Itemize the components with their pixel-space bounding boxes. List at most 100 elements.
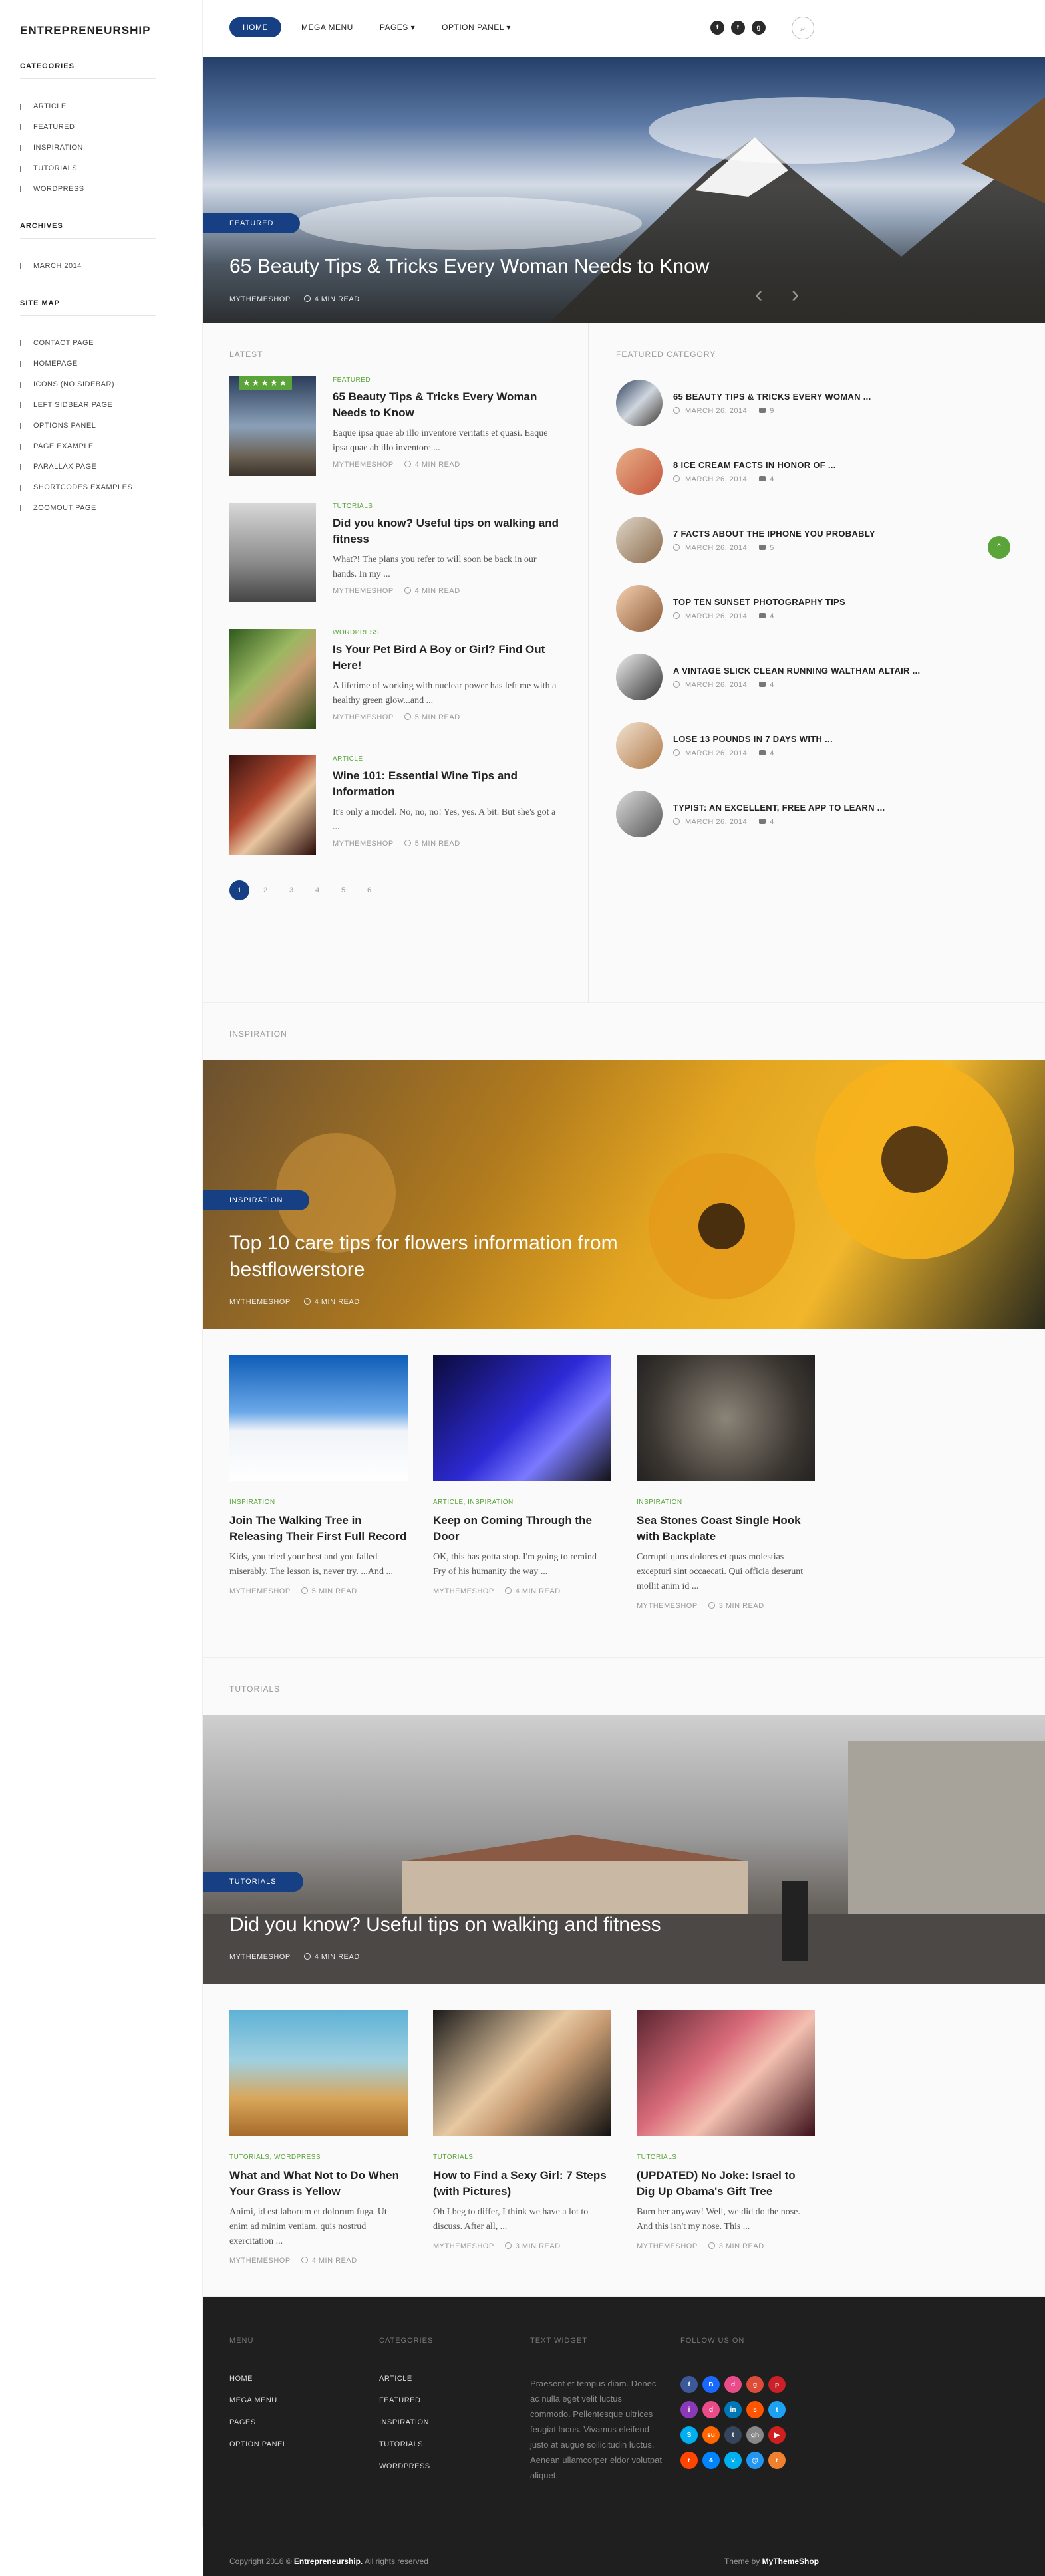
- facebook-icon[interactable]: f: [710, 21, 724, 35]
- slider-next-icon[interactable]: ›: [792, 282, 799, 308]
- page-number[interactable]: 1: [229, 880, 249, 900]
- post-author[interactable]: MYTHEMESHOP: [333, 840, 394, 848]
- rss-icon[interactable]: r: [768, 2452, 786, 2469]
- footer-menu-link[interactable]: PAGES: [229, 2412, 363, 2434]
- github-icon[interactable]: gh: [746, 2426, 764, 2444]
- sidebar-link[interactable]: ICONS (NO SIDEBAR): [20, 374, 182, 395]
- card-category[interactable]: INSPIRATION: [637, 1499, 815, 1506]
- stumbleupon-icon[interactable]: su: [702, 2426, 720, 2444]
- post-thumbnail[interactable]: [229, 629, 316, 729]
- sidebar-link[interactable]: SHORTCODES EXAMPLES: [20, 477, 182, 498]
- post-category[interactable]: ARTICLE: [333, 755, 561, 763]
- footer-category-link[interactable]: ARTICLE: [379, 2368, 512, 2390]
- scroll-top-icon[interactable]: ⌃: [988, 536, 1010, 559]
- sidebar-link[interactable]: TUTORIALS: [20, 158, 182, 179]
- card-image[interactable]: [433, 1355, 611, 1481]
- card-author[interactable]: MYTHEMESHOP: [229, 2257, 291, 2265]
- featured-thumbnail[interactable]: [616, 379, 663, 426]
- sidebar-link[interactable]: CONTACT PAGE: [20, 333, 182, 354]
- footer-menu-link[interactable]: MEGA MENU: [229, 2390, 363, 2412]
- post-category[interactable]: FEATURED: [333, 376, 561, 384]
- sidebar-link[interactable]: ARTICLE: [20, 96, 182, 117]
- card-title[interactable]: Keep on Coming Through the Door: [433, 1513, 611, 1545]
- footer-category-link[interactable]: INSPIRATION: [379, 2412, 512, 2434]
- soundcloud-icon[interactable]: s: [746, 2401, 764, 2418]
- card-category[interactable]: TUTORIALS: [637, 2154, 815, 2161]
- nav-item[interactable]: MEGA MENU: [301, 23, 353, 32]
- copyright-site-link[interactable]: Entrepreneurship.: [294, 2557, 363, 2566]
- card-image[interactable]: [433, 2010, 611, 2136]
- hero-title[interactable]: Did you know? Useful tips on walking and…: [229, 1912, 661, 1938]
- sidebar-link[interactable]: PARALLAX PAGE: [20, 457, 182, 477]
- card-image[interactable]: [229, 2010, 408, 2136]
- google-plus-icon[interactable]: g: [752, 21, 766, 35]
- post-category[interactable]: TUTORIALS: [333, 503, 561, 510]
- youtube-icon[interactable]: ▶: [768, 2426, 786, 2444]
- slider-prev-icon[interactable]: ‹: [755, 282, 762, 308]
- dribbble-alt-icon[interactable]: d: [702, 2401, 720, 2418]
- reddit-icon[interactable]: r: [680, 2452, 698, 2469]
- search-icon[interactable]: ⌕: [792, 17, 814, 39]
- featured-item-title[interactable]: TOP TEN SUNSET PHOTOGRAPHY TIPS: [673, 596, 845, 608]
- featured-item-title[interactable]: A VINTAGE SLICK CLEAN RUNNING WALTHAM AL…: [673, 665, 920, 677]
- tumblr-icon[interactable]: t: [724, 2426, 742, 2444]
- sidebar-link[interactable]: ZOOMOUT PAGE: [20, 498, 182, 519]
- page-number[interactable]: 6: [359, 880, 379, 900]
- card-title[interactable]: (UPDATED) No Joke: Israel to Dig Up Obam…: [637, 2168, 815, 2200]
- hero-author[interactable]: MYTHEMESHOP: [229, 1953, 291, 1961]
- nav-item[interactable]: OPTION PANEL ▾: [442, 23, 511, 32]
- foursquare-icon[interactable]: 4: [702, 2452, 720, 2469]
- featured-hero[interactable]: FEATURED 65 Beauty Tips & Tricks Every W…: [203, 57, 1045, 323]
- page-number[interactable]: 2: [255, 880, 275, 900]
- sidebar-link[interactable]: OPTIONS PANEL: [20, 416, 182, 436]
- sidebar-link[interactable]: WORDPRESS: [20, 179, 182, 199]
- footer-category-link[interactable]: FEATURED: [379, 2390, 512, 2412]
- post-author[interactable]: MYTHEMESHOP: [333, 461, 394, 469]
- featured-thumbnail[interactable]: [616, 448, 663, 495]
- sidebar-link[interactable]: INSPIRATION: [20, 138, 182, 158]
- card-category[interactable]: INSPIRATION: [229, 1499, 408, 1506]
- featured-thumbnail[interactable]: [616, 790, 663, 837]
- sidebar-link[interactable]: FEATURED: [20, 117, 182, 138]
- footer-category-link[interactable]: WORDPRESS: [379, 2456, 512, 2478]
- page-number[interactable]: 4: [307, 880, 327, 900]
- post-title[interactable]: Did you know? Useful tips on walking and…: [333, 515, 561, 547]
- featured-item-comments[interactable]: 5: [770, 544, 774, 552]
- featured-item-title[interactable]: TYPIST: AN EXCELLENT, FREE APP TO LEARN …: [673, 802, 885, 814]
- card-author[interactable]: MYTHEMESHOP: [637, 2242, 698, 2250]
- post-title[interactable]: Wine 101: Essential Wine Tips and Inform…: [333, 768, 561, 800]
- instagram-icon[interactable]: i: [680, 2401, 698, 2418]
- skype-icon[interactable]: S: [680, 2426, 698, 2444]
- featured-item-comments[interactable]: 4: [770, 681, 774, 689]
- card-title[interactable]: What and What Not to Do When Your Grass …: [229, 2168, 408, 2200]
- featured-item-comments[interactable]: 4: [770, 749, 774, 757]
- card-title[interactable]: Sea Stones Coast Single Hook with Backpl…: [637, 1513, 815, 1545]
- sidebar-link[interactable]: LEFT SIDBEAR PAGE: [20, 395, 182, 416]
- card-category[interactable]: TUTORIALS, WORDPRESS: [229, 2154, 408, 2161]
- post-thumbnail[interactable]: [229, 755, 316, 855]
- featured-item-title[interactable]: 7 FACTS ABOUT THE IPHONE YOU PROBABLY: [673, 528, 875, 540]
- inspiration-hero[interactable]: INSPIRATION Top 10 care tips for flowers…: [203, 1060, 1045, 1329]
- card-title[interactable]: How to Find a Sexy Girl: 7 Steps (with P…: [433, 2168, 611, 2200]
- card-author[interactable]: MYTHEMESHOP: [229, 1587, 291, 1595]
- nav-item[interactable]: PAGES ▾: [380, 23, 415, 32]
- hero-badge[interactable]: FEATURED: [203, 213, 301, 233]
- tutorials-hero[interactable]: TUTORIALS Did you know? Useful tips on w…: [203, 1715, 1045, 1984]
- hero-title[interactable]: 65 Beauty Tips & Tricks Every Woman Need…: [229, 253, 709, 280]
- hero-author[interactable]: MYTHEMESHOP: [229, 295, 291, 303]
- sidebar-link[interactable]: PAGE EXAMPLE: [20, 436, 182, 457]
- site-logo[interactable]: ENTREPRENEURSHIP: [20, 24, 182, 37]
- hero-badge[interactable]: TUTORIALS: [203, 1872, 303, 1892]
- card-author[interactable]: MYTHEMESHOP: [637, 1602, 698, 1610]
- featured-thumbnail[interactable]: [616, 721, 663, 769]
- featured-item-title[interactable]: 65 BEAUTY TIPS & TRICKS EVERY WOMAN ...: [673, 391, 871, 403]
- google-plus-icon[interactable]: g: [746, 2376, 764, 2393]
- hero-title[interactable]: Top 10 care tips for flowers information…: [229, 1230, 735, 1283]
- card-category[interactable]: TUTORIALS: [433, 2154, 611, 2161]
- dribbble-icon[interactable]: d: [724, 2376, 742, 2393]
- nav-item[interactable]: HOME: [229, 17, 281, 37]
- hero-author[interactable]: MYTHEMESHOP: [229, 1298, 291, 1306]
- card-title[interactable]: Join The Walking Tree in Releasing Their…: [229, 1513, 408, 1545]
- post-title[interactable]: Is Your Pet Bird A Boy or Girl? Find Out…: [333, 642, 561, 674]
- card-author[interactable]: MYTHEMESHOP: [433, 2242, 494, 2250]
